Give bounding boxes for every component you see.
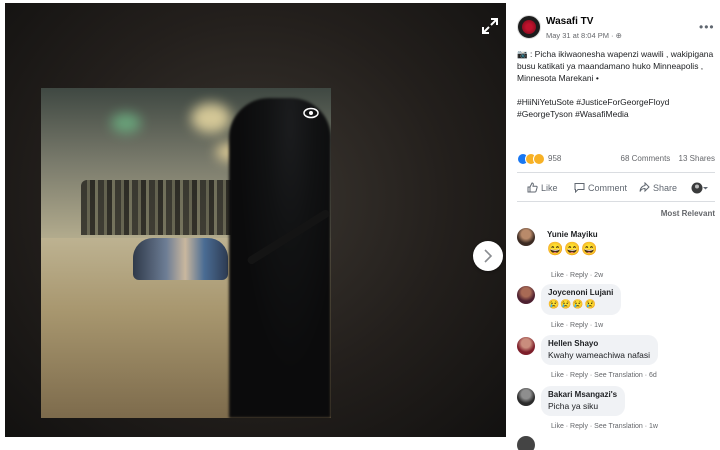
comment-actions[interactable]: Like · Reply · 1w bbox=[551, 322, 603, 329]
comment-icon bbox=[574, 183, 585, 193]
comment-text: 😄😄😄 bbox=[547, 241, 599, 256]
page-avatar[interactable] bbox=[517, 15, 541, 39]
react-as-selector[interactable] bbox=[691, 182, 712, 194]
comment-text: 😢😢😢😢 bbox=[548, 299, 597, 309]
commenter-name[interactable]: Yunie Mayiku bbox=[547, 230, 599, 239]
commenter-avatar[interactable] bbox=[517, 228, 535, 246]
post-panel: Wasafi TV May 31 at 8:04 PM · ⊕ ••• 📷 : … bbox=[512, 0, 720, 450]
comment-sort-dropdown[interactable]: Most Relevant bbox=[661, 209, 715, 218]
caption-text: 📷 : Picha ikiwaonesha wapenzi wawili , w… bbox=[517, 49, 714, 83]
comment-actions[interactable]: Like · Reply · 2w bbox=[551, 272, 603, 279]
profile-icon bbox=[691, 182, 708, 194]
engagement-counts: 68 Comments 13 Shares bbox=[615, 154, 716, 163]
eye-icon bbox=[303, 107, 319, 119]
comment-bubble: Joycenoni Lujani 😢😢😢😢 bbox=[541, 284, 622, 315]
caption-hashtags[interactable]: #HiiNiYetuSote #JusticeForGeorgeFloyd #G… bbox=[517, 96, 717, 120]
comment-button[interactable]: Comment bbox=[574, 182, 627, 193]
comment-text: Picha ya siku bbox=[548, 401, 599, 411]
comment-actions[interactable]: Like · Reply · See Translation · 1w bbox=[551, 423, 658, 430]
comment-text: Kwahy wameachiwa nafasi bbox=[548, 350, 651, 360]
reaction-count: 958 bbox=[548, 154, 562, 163]
commenter-avatar[interactable] bbox=[517, 337, 535, 355]
next-photo-button[interactable] bbox=[473, 241, 503, 271]
like-label: Like bbox=[541, 182, 558, 193]
comment-label: Comment bbox=[588, 182, 628, 193]
comment-bubble: Yunie Mayiku 😄😄😄 bbox=[541, 226, 607, 262]
comment-actions[interactable]: Like · Reply · See Translation · 6d bbox=[551, 372, 657, 379]
photo-viewer bbox=[5, 3, 506, 437]
expand-icon[interactable] bbox=[481, 17, 499, 35]
share-button[interactable]: Share bbox=[639, 182, 677, 193]
wow-reaction-icon bbox=[533, 153, 545, 165]
next-commenter-avatar[interactable] bbox=[517, 436, 535, 450]
thumbs-up-icon bbox=[527, 182, 538, 193]
comments-count[interactable]: 68 Comments bbox=[621, 154, 671, 163]
page-name[interactable]: Wasafi TV bbox=[546, 16, 593, 27]
share-label: Share bbox=[653, 182, 678, 193]
action-bar: Like Comment Share bbox=[517, 172, 715, 202]
commenter-avatar[interactable] bbox=[517, 286, 535, 304]
shares-count[interactable]: 13 Shares bbox=[679, 154, 715, 163]
share-icon bbox=[639, 182, 650, 193]
like-button[interactable]: Like bbox=[527, 182, 558, 193]
commenter-name[interactable]: Bakari Msangazi's bbox=[548, 390, 617, 399]
more-options-icon[interactable]: ••• bbox=[699, 20, 715, 34]
comment-bubble: Bakari Msangazi's Picha ya siku bbox=[541, 386, 626, 416]
post-photo bbox=[41, 88, 331, 418]
chevron-right-icon bbox=[484, 249, 493, 263]
comment-bubble: Hellen Shayo Kwahy wameachiwa nafasi bbox=[541, 335, 659, 365]
post-caption: 📷 : Picha ikiwaonesha wapenzi wawili , w… bbox=[517, 48, 717, 132]
commenter-avatar[interactable] bbox=[517, 388, 535, 406]
post-timestamp[interactable]: May 31 at 8:04 PM · ⊕ bbox=[546, 31, 622, 40]
commenter-name[interactable]: Joycenoni Lujani bbox=[548, 288, 613, 297]
commenter-name[interactable]: Hellen Shayo bbox=[548, 339, 650, 348]
